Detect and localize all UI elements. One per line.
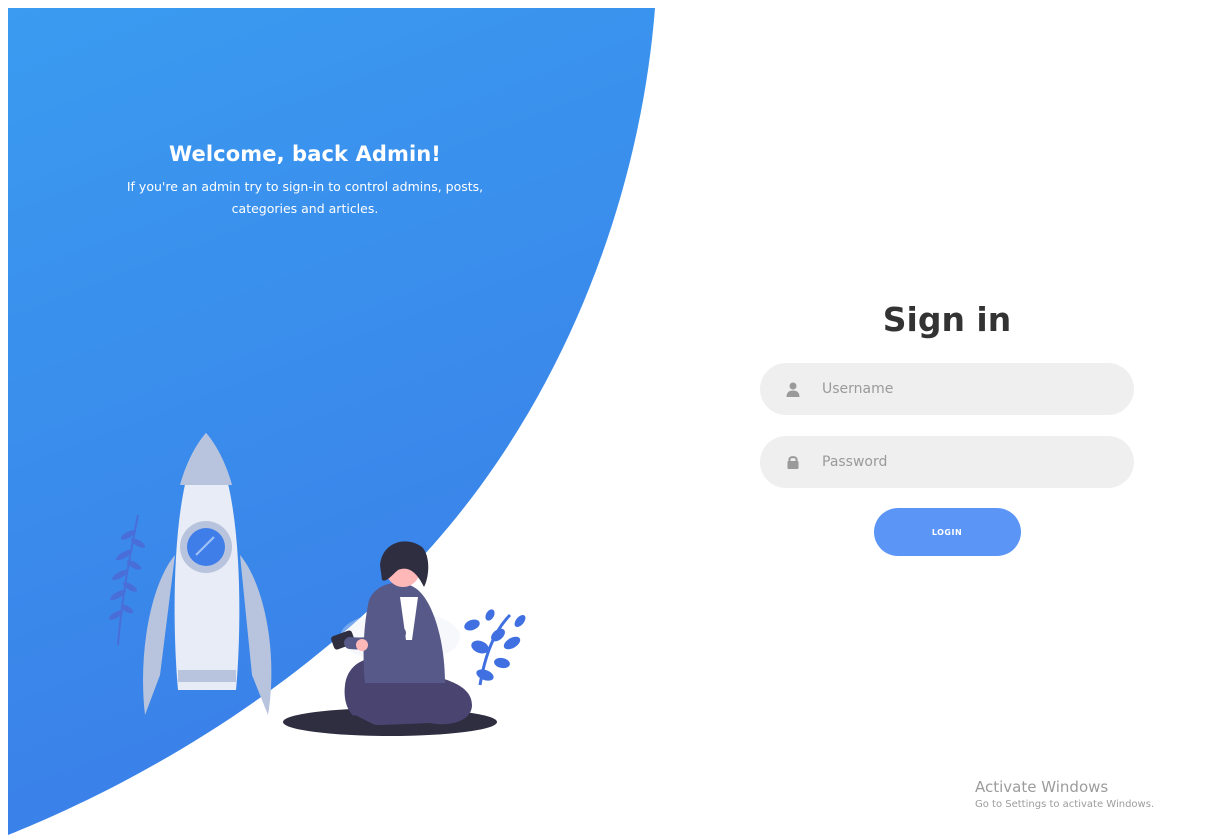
rocket-person-illustration	[108, 433, 526, 736]
login-page: Welcome, back Admin! If you're an admin …	[0, 0, 1210, 835]
username-input[interactable]	[820, 368, 1104, 410]
plant-icon	[464, 609, 526, 686]
password-field[interactable]	[760, 436, 1134, 488]
login-button[interactable]: LOGIN	[873, 508, 1021, 556]
welcome-title: Welcome, back Admin!	[169, 142, 441, 166]
welcome-description-line1: If you're an admin try to sign-in to con…	[126, 179, 484, 194]
welcome-description: If you're an admin try to sign-in to con…	[75, 176, 535, 220]
lock-icon	[782, 451, 804, 473]
activate-windows-title: Activate Windows	[975, 778, 1109, 796]
person-icon	[331, 541, 472, 725]
welcome-description-line2: categories and articles.	[231, 201, 379, 216]
password-input[interactable]	[820, 441, 1104, 483]
username-field[interactable]	[760, 363, 1134, 415]
activate-windows-subtitle: Go to Settings to activate Windows.	[975, 799, 1155, 810]
signin-form: Sign in LOGIN	[760, 300, 1134, 556]
fern-left-icon	[108, 514, 146, 646]
user-icon	[782, 378, 804, 400]
rocket-icon	[143, 433, 272, 715]
welcome-block: Welcome, back Admin! If you're an admin …	[75, 142, 535, 220]
signin-title: Sign in	[882, 300, 1012, 339]
activate-windows-watermark: Activate Windows Go to Settings to activ…	[975, 778, 1154, 810]
